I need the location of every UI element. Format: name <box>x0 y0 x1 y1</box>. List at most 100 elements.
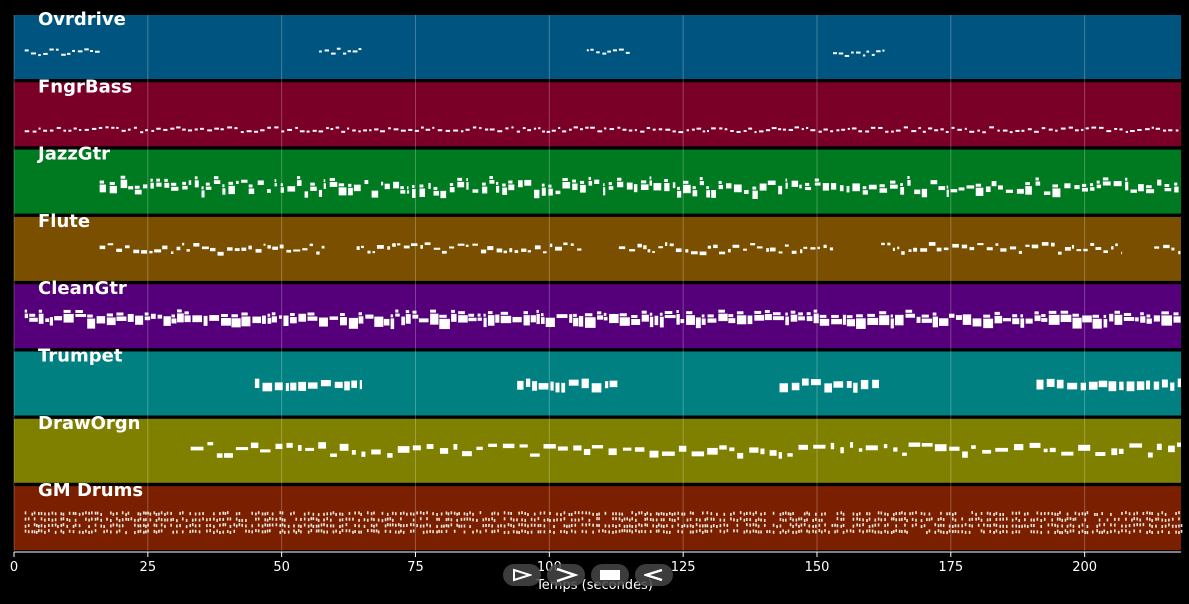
rewind-button[interactable] <box>635 564 673 586</box>
note <box>730 512 732 516</box>
note <box>261 524 264 528</box>
note <box>447 524 450 528</box>
note <box>224 453 233 458</box>
note <box>879 311 887 315</box>
play-button[interactable] <box>503 564 541 586</box>
note <box>640 130 645 133</box>
note <box>274 126 279 129</box>
note <box>139 512 142 516</box>
note <box>894 314 904 326</box>
note <box>386 517 389 521</box>
note <box>942 518 945 522</box>
note <box>573 126 578 129</box>
note <box>361 245 364 249</box>
note <box>348 183 352 187</box>
note <box>1002 512 1004 516</box>
note <box>261 530 264 534</box>
note <box>566 524 568 528</box>
note <box>785 178 788 182</box>
note <box>94 511 97 515</box>
note <box>326 517 329 521</box>
note <box>581 378 589 389</box>
note <box>892 247 895 251</box>
note <box>315 517 318 521</box>
note <box>392 243 396 247</box>
note <box>658 246 663 249</box>
note <box>203 315 208 326</box>
note <box>74 523 77 527</box>
note <box>1043 191 1051 195</box>
note <box>1102 181 1111 186</box>
note <box>1086 531 1089 535</box>
note <box>60 512 63 516</box>
note <box>893 447 898 452</box>
note <box>391 511 394 515</box>
note <box>728 318 736 324</box>
note <box>782 529 784 533</box>
note <box>145 518 147 522</box>
note <box>1071 244 1075 249</box>
note <box>856 517 858 521</box>
note <box>118 519 121 523</box>
note <box>317 529 320 533</box>
note <box>980 511 983 515</box>
note <box>537 530 540 534</box>
note <box>160 518 163 522</box>
note <box>479 511 482 515</box>
note <box>358 518 360 522</box>
note <box>550 381 554 391</box>
note <box>581 517 584 521</box>
note <box>801 378 809 386</box>
note <box>623 524 626 528</box>
note <box>623 529 626 533</box>
note <box>1125 511 1127 515</box>
note <box>43 52 48 55</box>
note <box>969 246 975 251</box>
note <box>986 511 989 515</box>
note <box>536 309 539 313</box>
note <box>33 523 36 527</box>
note <box>743 189 749 194</box>
note <box>142 184 148 189</box>
note <box>84 48 89 51</box>
note <box>1125 177 1128 181</box>
note <box>262 382 273 392</box>
note <box>1121 511 1123 515</box>
note <box>300 530 302 534</box>
note <box>163 316 171 326</box>
note <box>934 129 939 132</box>
note <box>77 50 83 53</box>
note <box>713 244 718 249</box>
x-tick-label: 0 <box>10 560 18 575</box>
note <box>1146 185 1152 189</box>
next-button[interactable] <box>547 564 585 586</box>
note <box>706 529 709 533</box>
note <box>290 382 297 391</box>
note <box>412 184 415 188</box>
note <box>182 181 187 185</box>
note <box>177 309 182 313</box>
note <box>596 523 598 527</box>
note <box>603 187 606 196</box>
note <box>649 530 652 534</box>
note <box>164 178 168 182</box>
stop-button[interactable] <box>591 564 629 586</box>
note <box>673 512 676 516</box>
note <box>373 511 375 515</box>
note <box>497 512 499 516</box>
note <box>179 524 181 528</box>
note <box>769 247 776 252</box>
note <box>352 517 354 521</box>
note <box>1030 523 1033 527</box>
note <box>267 317 272 324</box>
note <box>787 512 790 516</box>
note <box>1041 314 1046 318</box>
note <box>185 518 188 522</box>
note <box>755 519 757 523</box>
note <box>908 249 912 252</box>
note <box>829 247 834 251</box>
note <box>664 179 668 183</box>
note <box>68 518 71 522</box>
note <box>695 529 698 533</box>
note <box>63 129 67 132</box>
